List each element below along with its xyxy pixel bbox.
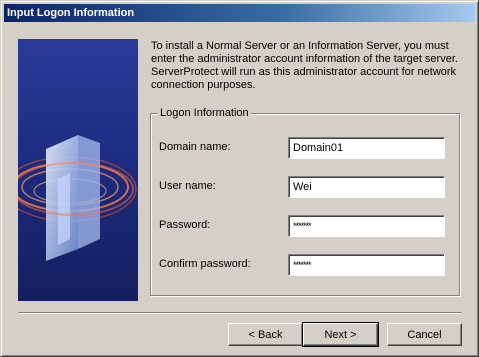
title-bar: Input Logon Information	[4, 4, 475, 22]
confirm-password-input[interactable]	[288, 254, 445, 276]
intro-text: To install a Normal Server or an Informa…	[151, 40, 458, 91]
next-button[interactable]: Next >	[302, 322, 379, 347]
user-name-input[interactable]	[288, 176, 445, 198]
domain-name-input[interactable]	[288, 137, 445, 159]
password-label: Password:	[159, 219, 211, 231]
installer-dialog: Input Logon Information To install a Nor…	[0, 0, 479, 357]
cancel-button[interactable]: Cancel	[387, 323, 462, 346]
password-input[interactable]	[288, 215, 445, 237]
window-title: Input Logon Information	[7, 7, 135, 19]
user-name-label: User name:	[159, 180, 216, 192]
confirm-password-label: Confirm password:	[159, 258, 251, 270]
group-legend: Logon Information	[158, 107, 251, 120]
domain-name-label: Domain name:	[159, 141, 231, 153]
wizard-side-image	[18, 39, 138, 301]
back-button[interactable]: < Back	[228, 323, 303, 346]
button-separator	[18, 312, 462, 314]
